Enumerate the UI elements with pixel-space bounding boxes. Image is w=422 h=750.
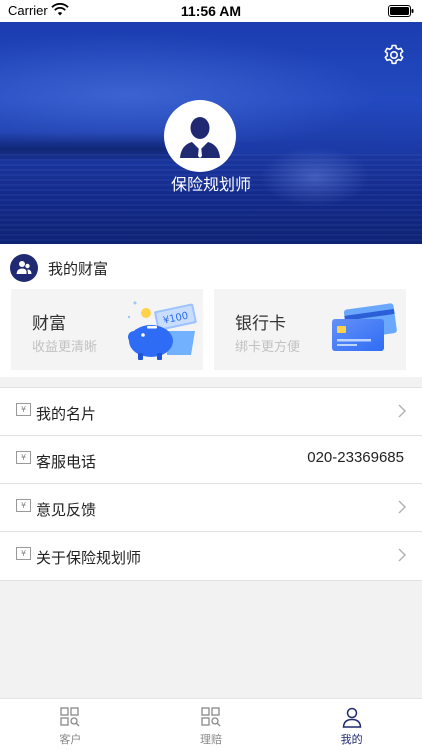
tab-customers[interactable]: 客户 (0, 699, 141, 750)
menu-item-about[interactable]: ¥ 关于保险规划师 (0, 532, 422, 580)
settings-menu: ¥ 我的名片 ¥ 客服电话 020-23369685 ¥ 意见反馈 ¥ 关于保险… (0, 387, 422, 581)
bank-cards-icon (332, 303, 397, 351)
menu-item-label: 客服电话 (36, 454, 97, 471)
wealth-card-subtitle: 收益更清晰 (32, 339, 98, 354)
tab-claims[interactable]: 理赔 (141, 699, 282, 750)
chevron-right-icon (398, 500, 406, 514)
businessman-avatar-icon (180, 117, 220, 158)
wealth-title: 我的财富 (48, 260, 109, 278)
profile-header: 保险规划师 (0, 22, 422, 244)
wealth-card[interactable]: 财富 收益更清晰 ¥100 (11, 289, 203, 370)
app-title: 保险规划师 (170, 177, 251, 194)
menu-item-label: 关于保险规划师 (36, 550, 142, 567)
battery-icon (388, 5, 414, 17)
menu-item-label: 意见反馈 (36, 502, 97, 519)
wealth-card-title: 财富 (32, 314, 66, 333)
chevron-right-icon (398, 548, 406, 562)
user-icon (342, 707, 361, 728)
gear-icon[interactable] (382, 43, 406, 67)
wealth-header: 我的财富 (10, 254, 108, 282)
grid-search-icon (60, 707, 80, 727)
tab-mine[interactable]: 我的 (281, 699, 422, 750)
yen-note-icon: ¥ (16, 451, 31, 464)
status-time: 11:56 AM (180, 3, 242, 19)
yen-note-icon: ¥ (16, 403, 31, 416)
status-bar: Carrier 11:56 AM (0, 0, 422, 22)
menu-item-label: 我的名片 (36, 406, 97, 423)
yen-note-icon: ¥ (16, 547, 31, 560)
tab-bar: 客户 理赔 我的 (0, 698, 422, 750)
avatar[interactable] (164, 100, 236, 172)
users-icon (10, 254, 38, 282)
menu-item-feedback[interactable]: ¥ 意见反馈 (0, 484, 422, 532)
grid-search-icon (201, 707, 221, 727)
wealth-section: 我的财富 财富 收益更清晰 ¥100 银行卡 绑卡更方便 (0, 244, 422, 377)
piggy-bank-icon: ¥100 (127, 301, 197, 360)
bank-card-card[interactable]: 银行卡 绑卡更方便 (214, 289, 406, 370)
yen-note-icon: ¥ (16, 499, 31, 512)
bank-card-subtitle: 绑卡更方便 (235, 339, 301, 354)
menu-item-business-card[interactable]: ¥ 我的名片 (0, 388, 422, 436)
customer-service-phone: 020-23369685 (307, 449, 404, 466)
tab-label: 客户 (59, 734, 82, 746)
tab-label: 理赔 (200, 734, 222, 746)
chevron-right-icon (398, 404, 406, 418)
tab-label: 我的 (340, 734, 363, 746)
bank-card-title: 银行卡 (235, 314, 286, 333)
menu-item-customer-service[interactable]: ¥ 客服电话 020-23369685 (0, 436, 422, 484)
